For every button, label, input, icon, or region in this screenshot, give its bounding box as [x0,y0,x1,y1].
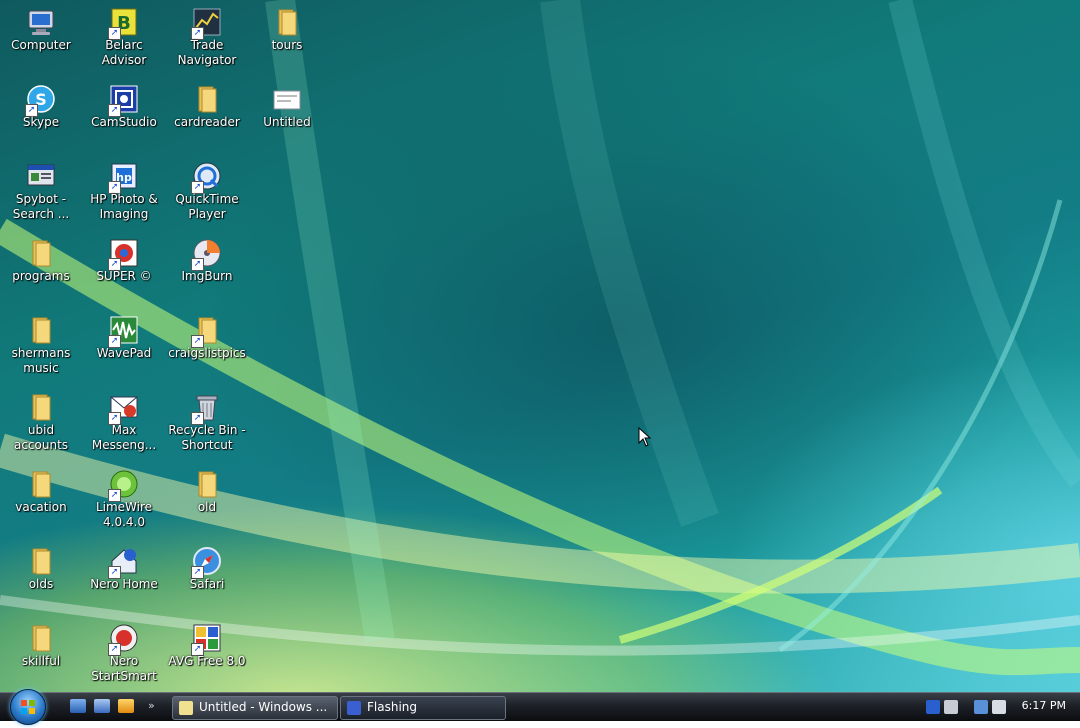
icon-label: skillful [21,654,61,668]
desktop-icon-nero-startsmart[interactable]: ➚ Nero StartSmart [83,620,165,692]
icon-label: LimeWire 4.0.4.0 [95,500,153,529]
taskbar-button-untitled[interactable]: Untitled - Windows ... [172,696,338,720]
folder-icon [32,317,51,344]
icon-label: shermans music [11,346,71,375]
icon-label: Spybot - Search ... [12,192,70,221]
desktop-icon-nero-home[interactable]: ➚ Nero Home [83,543,165,619]
desktop-icon-vacation[interactable]: vacation [0,466,82,542]
taskbar: » Untitled - Windows ... Flashing 6:17 P… [0,689,1080,725]
icon-label: Belarc Advisor [101,38,147,67]
folder-icon [32,625,51,652]
desktop-icon-programs[interactable]: programs [0,235,82,311]
clock[interactable]: 6:17 PM [1022,699,1066,712]
switch-windows-icon[interactable] [94,699,110,713]
desktop-icon-shermans-music[interactable]: shermans music [0,312,82,388]
show-desktop-icon[interactable] [70,699,86,713]
desktop-icon-hp-photo[interactable]: hp ➚ HP Photo & Imaging [83,158,165,234]
desktop-icon-cardreader[interactable]: cardreader [166,81,248,157]
icon-label: ImgBurn [181,269,233,283]
media-player-icon[interactable] [118,699,134,713]
image-file-icon [273,90,301,110]
folder-icon [198,86,217,113]
desktop-icon-untitled[interactable]: Untitled [246,81,328,157]
folder-icon [278,9,297,36]
icon-label: vacation [15,500,67,514]
desktop-icon-skillful[interactable]: skillful [0,620,82,692]
desktop-icon-safari[interactable]: ➚ Safari [166,543,248,619]
icon-label: ubid accounts [13,423,69,452]
desktop-icon-super[interactable]: ➚ SUPER © [83,235,165,311]
icon-label: craigslistpics [168,346,246,360]
paint-icon [179,701,193,715]
desktop-icon-belarc-advisor[interactable]: B ➚ Belarc Advisor [83,4,165,80]
taskbar-button-flashing[interactable]: Flashing [340,696,506,720]
tray-app-icon[interactable] [926,700,940,714]
icon-label: Nero StartSmart [91,654,157,683]
icon-label: cardreader [174,115,240,129]
desktop-icon-olds[interactable]: olds [0,543,82,619]
desktop-icon-ubid-accounts[interactable]: ubid accounts [0,389,82,465]
mouse-cursor-icon [638,427,652,447]
icon-label: Nero Home [90,577,158,591]
volume-icon[interactable] [992,700,1006,714]
desktop-icon-camstudio[interactable]: ➚ CamStudio [83,81,165,157]
icon-label: Skype [22,115,60,129]
task-label: Untitled - Windows ... [199,700,328,714]
desktop[interactable]: Computer S ➚ Skype Spybot - Search ... p… [0,0,1080,692]
folder-icon [32,240,51,267]
desktop-icon-tours[interactable]: tours [246,4,328,80]
desktop-icon-quicktime[interactable]: ➚ QuickTime Player [166,158,248,234]
tray-speaker-icon[interactable] [944,700,958,714]
icon-label: old [197,500,217,514]
quick-launch-overflow-icon[interactable]: » [148,699,155,712]
icon-label: Max Messeng... [91,423,157,452]
desktop-icon-spybot[interactable]: Spybot - Search ... [0,158,82,234]
desktop-icon-craigslistpics[interactable]: ➚ craigslistpics [166,312,248,388]
icon-label: SUPER © [96,269,152,283]
desktop-icon-imgburn[interactable]: ➚ ImgBurn [166,235,248,311]
icon-label: Safari [189,577,225,591]
folder-icon [32,471,51,498]
icon-label: AVG Free 8.0 [168,654,246,668]
icon-label: Trade Navigator [177,38,237,67]
camstudio-icon [347,701,361,715]
icon-label: Untitled [263,115,311,129]
spybot-icon [27,164,55,186]
desktop-icon-wavepad[interactable]: ➚ WavePad [83,312,165,388]
computer-icon [28,10,54,35]
network-icon[interactable] [974,700,988,714]
folder-icon [32,394,51,421]
icon-label: WavePad [96,346,152,360]
folder-icon [32,548,51,575]
task-label: Flashing [367,700,418,714]
desktop-icon-trade-navigator[interactable]: ➚ Trade Navigator [166,4,248,80]
icon-label: Computer [11,38,71,52]
folder-icon [198,471,217,498]
desktop-icon-old[interactable]: old [166,466,248,542]
desktop-icon-recycle-bin-shortcut[interactable]: ➚ Recycle Bin - Shortcut [166,389,248,465]
system-tray: 6:17 PM [920,695,1080,719]
icon-label: tours [271,38,303,52]
icon-label: programs [12,269,70,283]
icon-label: olds [28,577,54,591]
desktop-icon-computer[interactable]: Computer [0,4,82,80]
desktop-icon-skype[interactable]: S ➚ Skype [0,81,82,157]
desktop-icon-max-messenger[interactable]: ➚ Max Messeng... [83,389,165,465]
desktop-icon-limewire[interactable]: ➚ LimeWire 4.0.4.0 [83,466,165,542]
icon-label: Recycle Bin - Shortcut [168,423,246,452]
icon-label: HP Photo & Imaging [90,192,158,221]
icon-label: QuickTime Player [175,192,239,221]
windows-logo-icon [21,700,35,714]
icon-label: CamStudio [91,115,157,129]
desktop-icon-avg-free[interactable]: ➚ AVG Free 8.0 [166,620,248,692]
